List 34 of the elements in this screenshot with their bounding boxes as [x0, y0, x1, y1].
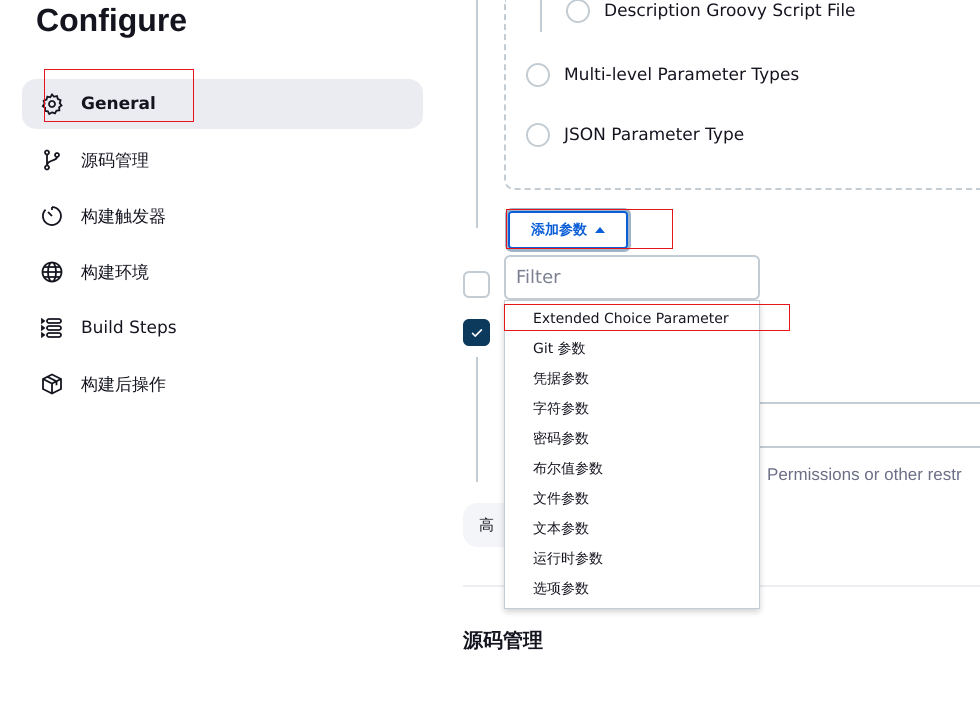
globe-icon [40, 260, 64, 284]
menu-item[interactable]: 字符参数 [505, 394, 759, 424]
sidebar-item[interactable]: 构建后操作 [22, 359, 423, 409]
menu-item[interactable]: 选项参数 [505, 574, 759, 604]
sidebar-item[interactable]: General [22, 79, 423, 129]
menu-item[interactable]: 文本参数 [505, 514, 759, 544]
package-icon [40, 372, 64, 396]
menu-item[interactable]: Extended Choice Parameter [505, 304, 759, 334]
sidebar-item[interactable]: Build Steps [22, 303, 423, 353]
checkbox[interactable] [463, 319, 490, 346]
list-icon [40, 316, 64, 340]
menu-item[interactable]: 布尔值参数 [505, 454, 759, 484]
add-parameter-button[interactable]: 添加参数 [508, 211, 628, 249]
sidebar-item[interactable]: 源码管理 [22, 135, 423, 185]
timer-icon [40, 204, 64, 228]
page-title: Configure [35, 1, 188, 40]
menu-item[interactable]: Git 参数 [505, 334, 759, 364]
radio-label: Description Groovy Script File [604, 1, 856, 21]
menu-item[interactable]: 凭据参数 [505, 364, 759, 394]
help-text: Permissions or other restr [767, 465, 963, 485]
menu-item[interactable]: 密码参数 [505, 424, 759, 454]
radio-button[interactable] [526, 63, 550, 87]
radio-label: Multi-level Parameter Types [564, 65, 800, 85]
menu-item[interactable]: 文件参数 [505, 484, 759, 514]
sidebar-item[interactable]: 构建触发器 [22, 191, 423, 241]
menu-item[interactable]: 运行时参数 [505, 544, 759, 574]
radio-button[interactable] [566, 0, 590, 23]
filter-field[interactable]: Filter [504, 255, 760, 300]
sidebar-item[interactable]: 构建环境 [22, 247, 423, 297]
section-heading: 源码管理 [463, 627, 544, 654]
radio-button[interactable] [526, 123, 550, 147]
caret-icon [595, 227, 605, 233]
gear-icon [40, 92, 64, 116]
radio-label: JSON Parameter Type [564, 125, 744, 145]
